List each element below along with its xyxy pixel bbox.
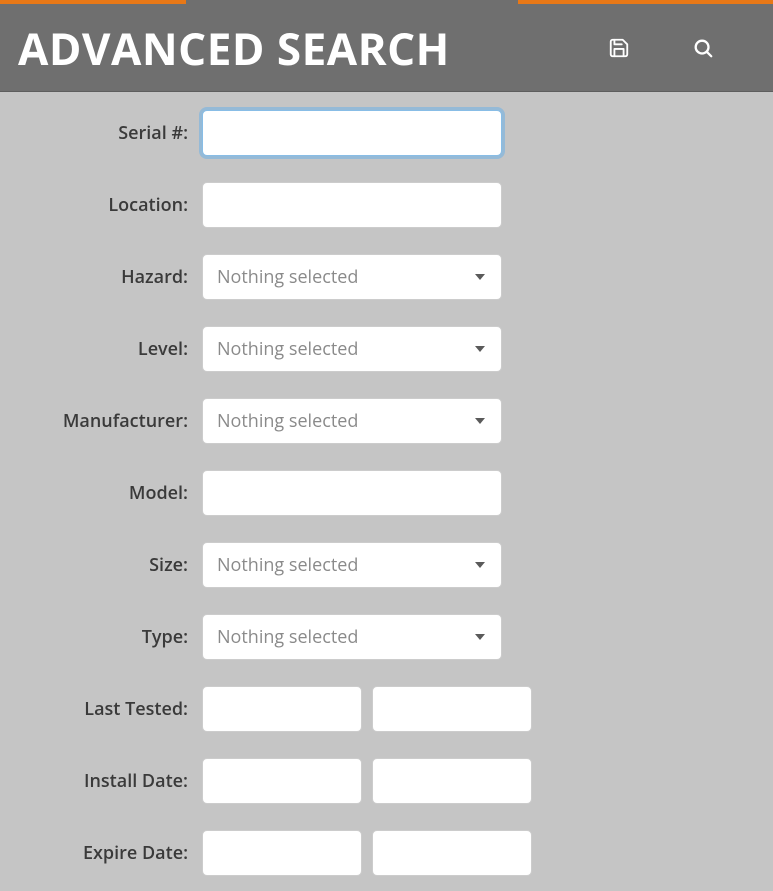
level-label: Level: [20, 337, 202, 361]
size-select[interactable]: Nothing selected [202, 542, 502, 588]
hazard-label: Hazard: [20, 265, 202, 289]
install-date-label: Install Date: [20, 769, 202, 793]
expire-date-to-input[interactable] [372, 830, 532, 876]
header-bar: ADVANCED SEARCH [0, 4, 773, 92]
serial-label: Serial #: [20, 121, 202, 145]
row-level: Level: Nothing selected [20, 326, 753, 372]
level-selected-text: Nothing selected [217, 337, 358, 361]
model-input[interactable] [202, 470, 502, 516]
header-actions [607, 36, 755, 60]
type-label: Type: [20, 625, 202, 649]
serial-input[interactable] [202, 110, 502, 156]
chevron-down-icon [475, 418, 485, 424]
last-tested-to-input[interactable] [372, 686, 532, 732]
hazard-select[interactable]: Nothing selected [202, 254, 502, 300]
manufacturer-selected-text: Nothing selected [217, 409, 358, 433]
row-location: Location: [20, 182, 753, 228]
hazard-selected-text: Nothing selected [217, 265, 358, 289]
row-expire-date: Expire Date: [20, 830, 753, 876]
save-icon[interactable] [607, 36, 631, 60]
row-hazard: Hazard: Nothing selected [20, 254, 753, 300]
manufacturer-select[interactable]: Nothing selected [202, 398, 502, 444]
row-size: Size: Nothing selected [20, 542, 753, 588]
last-tested-from-input[interactable] [202, 686, 362, 732]
manufacturer-label: Manufacturer: [20, 409, 202, 433]
search-form: Serial #: Location: Hazard: Nothing sele… [0, 92, 773, 876]
model-label: Model: [20, 481, 202, 505]
expire-date-label: Expire Date: [20, 841, 202, 865]
chevron-down-icon [475, 562, 485, 568]
size-label: Size: [20, 553, 202, 577]
location-label: Location: [20, 193, 202, 217]
row-model: Model: [20, 470, 753, 516]
type-select[interactable]: Nothing selected [202, 614, 502, 660]
accent-bar [0, 0, 773, 4]
location-input[interactable] [202, 182, 502, 228]
level-select[interactable]: Nothing selected [202, 326, 502, 372]
page-title: ADVANCED SEARCH [18, 18, 607, 78]
row-serial: Serial #: [20, 110, 753, 156]
search-icon[interactable] [691, 36, 715, 60]
type-selected-text: Nothing selected [217, 625, 358, 649]
chevron-down-icon [475, 634, 485, 640]
last-tested-label: Last Tested: [20, 697, 202, 721]
row-last-tested: Last Tested: [20, 686, 753, 732]
row-type: Type: Nothing selected [20, 614, 753, 660]
install-date-to-input[interactable] [372, 758, 532, 804]
chevron-down-icon [475, 346, 485, 352]
expire-date-from-input[interactable] [202, 830, 362, 876]
install-date-from-input[interactable] [202, 758, 362, 804]
size-selected-text: Nothing selected [217, 553, 358, 577]
row-install-date: Install Date: [20, 758, 753, 804]
chevron-down-icon [475, 274, 485, 280]
row-manufacturer: Manufacturer: Nothing selected [20, 398, 753, 444]
